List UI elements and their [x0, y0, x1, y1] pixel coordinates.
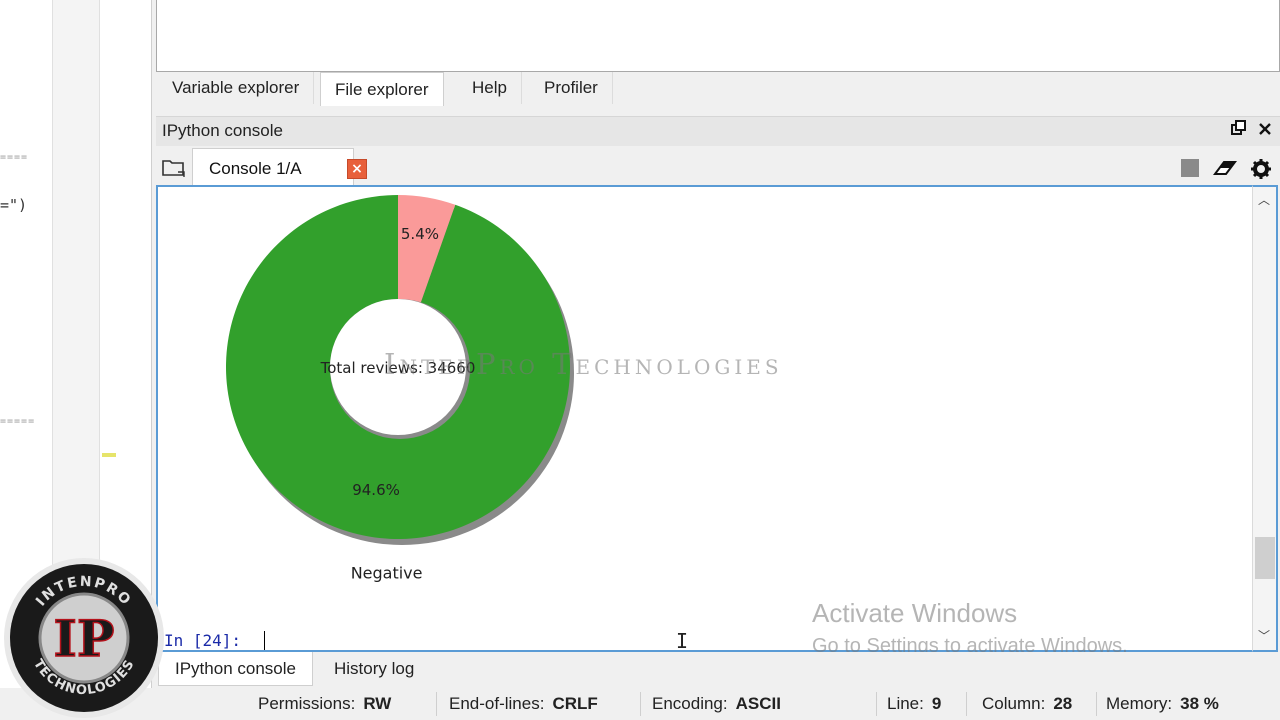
status-end-of-lines: End-of-lines: CRLF [449, 694, 598, 714]
tab-ipython-console[interactable]: IPython console [158, 652, 313, 686]
cell-separator-line: ==== [0, 152, 29, 163]
console-prompt: In [24]: [164, 631, 242, 650]
console-tab[interactable]: Console 1/A × [192, 148, 367, 186]
status-divider [876, 692, 877, 716]
status-divider [436, 692, 437, 716]
slice-percent-label: 94.6% [352, 481, 400, 499]
undock-icon[interactable] [1228, 120, 1250, 142]
ibeam-cursor-icon: I [676, 629, 689, 652]
console-pane-header: IPython console [156, 116, 1280, 146]
close-tab-icon[interactable]: × [347, 159, 367, 179]
folder-icon[interactable] [162, 158, 185, 177]
status-label: End-of-lines: [449, 694, 545, 713]
pane-title: IPython console [162, 121, 283, 140]
status-value: 9 [931, 694, 942, 713]
tab-history-log[interactable]: History log [318, 652, 430, 686]
status-divider [966, 692, 967, 716]
status-label: Encoding: [652, 694, 728, 713]
intenpro-logo: INTENPRO TECHNOLOGIES IP [2, 556, 166, 720]
status-divider [1096, 692, 1097, 716]
console-output[interactable]: 94.6% Negative 5.4% Total reviews: 34660 In… [156, 185, 1252, 652]
warning-marker [102, 453, 116, 457]
stop-icon[interactable] [1180, 158, 1200, 178]
status-value: 28 [1053, 694, 1073, 713]
gear-icon[interactable] [1250, 158, 1271, 179]
code-fragment: =") [0, 196, 28, 214]
console-scrollbar[interactable]: ︿ ﹀ [1252, 185, 1278, 652]
status-value: 38 % [1180, 694, 1219, 713]
status-label: Memory: [1106, 694, 1173, 713]
activate-windows-title: Activate Windows [812, 598, 1018, 628]
status-label: Line: [887, 694, 924, 713]
svg-text:IP: IP [54, 609, 115, 668]
console-tab-label: Console 1/A [209, 159, 302, 178]
status-divider [640, 692, 641, 716]
status-label: Column: [982, 694, 1046, 713]
top-tab-bar: Variable explorer File explorer Help Pro… [156, 72, 1280, 106]
status-memory: Memory: 38 % [1106, 694, 1219, 714]
status-value: CRLF [552, 694, 598, 713]
slice-category-label: Negative [351, 563, 423, 582]
status-value: ASCII [735, 694, 781, 713]
tab-help[interactable]: Help [458, 72, 522, 104]
cell-separator-line: ===== [0, 416, 36, 427]
tab-file-explorer[interactable]: File explorer [320, 72, 444, 106]
status-column: Column: 28 [982, 694, 1072, 714]
status-value: RW [363, 694, 392, 713]
donut-chart: 94.6%Negative5.4%Total reviews: 34660 [225, 195, 574, 582]
tab-profiler[interactable]: Profiler [530, 72, 613, 104]
watermark-text: InterPro Technologies [384, 347, 783, 381]
plots-pane [156, 0, 1280, 72]
slice-percent-label: 5.4% [401, 225, 439, 243]
scroll-up-icon[interactable]: ︿ [1253, 191, 1275, 208]
tab-variable-explorer[interactable]: Variable explorer [158, 72, 315, 104]
scroll-down-icon[interactable]: ﹀ [1253, 627, 1275, 644]
spyder-ide-window: ==== =") ===== Variable explorer File ex… [0, 0, 1280, 720]
status-line: Line: 9 [887, 694, 941, 714]
status-encoding: Encoding: ASCII [652, 694, 781, 714]
status-bar: Permissions: RW End-of-lines: CRLF Encodin… [0, 688, 1280, 720]
text-cursor [264, 631, 265, 650]
status-permissions: Permissions: RW [258, 694, 391, 714]
bottom-tab-bar: IPython console History log [156, 652, 1280, 686]
scrollbar-thumb[interactable] [1255, 537, 1275, 579]
close-icon[interactable] [1254, 120, 1276, 142]
console-tab-bar: Console 1/A × [156, 146, 1280, 186]
eraser-icon[interactable] [1212, 158, 1237, 178]
activate-windows-overlay: Activate Windows Go to Settings to activ… [812, 598, 1128, 658]
status-label: Permissions: [258, 694, 356, 713]
